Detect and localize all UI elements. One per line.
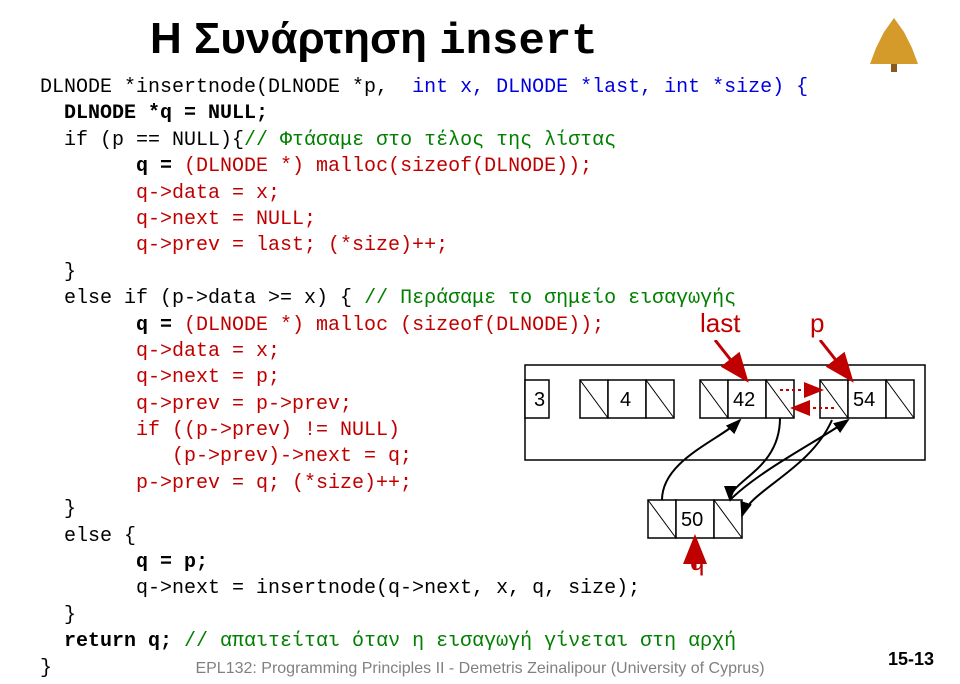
slide-footer: EPL132: Programming Principles II - Deme… [0, 660, 960, 678]
new-node: 50 [648, 500, 742, 538]
code-line: else if (p->data >= x) { [40, 287, 364, 310]
node-value: 50 [681, 509, 703, 531]
code-line: q = [40, 314, 184, 337]
code-line: q->prev = p->prev; [40, 393, 352, 416]
list-node: 42 [700, 380, 794, 418]
code-line: } [40, 261, 76, 284]
list-node: 4 [580, 380, 674, 418]
code-line: (DLNODE *) malloc(sizeof(DLNODE)); [184, 155, 592, 178]
code-line: if (p == NULL){ [40, 129, 244, 152]
code-line: if ((p->prev) != NULL) [40, 419, 400, 442]
code-line: // απαιτείται όταν η εισαγωγή γίνεται στ… [172, 630, 736, 653]
code-line: q->next = p; [40, 366, 280, 389]
code-line: // Περάσαμε το σημείο εισαγωγής [364, 287, 736, 310]
code-line: p->prev = q; (*size)++; [40, 472, 412, 495]
code-line: return q; [40, 630, 172, 653]
university-logo [862, 12, 926, 76]
code-line: q->data = x; [40, 182, 280, 205]
node-value: 54 [853, 389, 875, 411]
code-line: // Φτάσαμε στο τέλος της λίστας [244, 129, 616, 152]
linked-list-diagram: 3 4 42 [520, 340, 940, 600]
code-line: q = p; [40, 551, 208, 574]
code-line: (DLNODE *) malloc (sizeof(DLNODE)); [184, 314, 604, 337]
code-line: q->next = NULL; [40, 208, 316, 231]
list-node: 54 [820, 380, 914, 418]
code-line: int x, DLNODE *last, int *size) { [388, 76, 808, 99]
code-line: (p->prev)->next = q; [40, 445, 412, 468]
page-number: 15-13 [888, 649, 934, 670]
node-value: 42 [733, 389, 755, 411]
code-line: } [40, 498, 76, 521]
title-text: Η Συνάρτηση [150, 14, 439, 63]
slide-title: Η Συνάρτηση insert [150, 14, 920, 67]
code-line: } [40, 604, 76, 627]
code-line: q = [40, 155, 184, 178]
title-code: insert [439, 17, 597, 67]
code-line: else { [40, 525, 136, 548]
diagram-label-last: last [700, 308, 740, 339]
code-line: q->prev = last; (*size)++; [40, 234, 448, 257]
diagram-label-p: p [810, 308, 824, 339]
node-value: 3 [534, 389, 545, 411]
code-line: q->data = x; [40, 340, 280, 363]
code-line: DLNODE *q = NULL; [40, 102, 268, 125]
code-line: DLNODE *insertnode(DLNODE *p, [40, 76, 388, 99]
node-value: 4 [620, 389, 631, 411]
